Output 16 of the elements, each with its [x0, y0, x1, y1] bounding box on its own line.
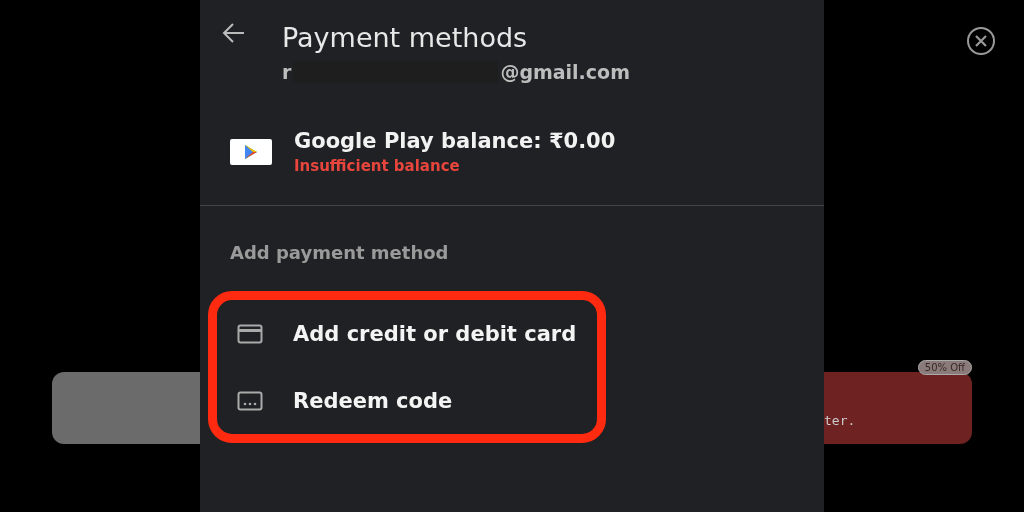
offer-card[interactable]: ter. — [824, 372, 972, 444]
payment-option[interactable]: Redeem code — [293, 388, 453, 413]
play-logo-icon — [230, 139, 272, 165]
close-icon[interactable] — [966, 26, 996, 56]
discount-badge: 50% Off — [917, 360, 972, 375]
page-title: Payment methods — [282, 22, 529, 53]
back-arrow-icon[interactable] — [222, 22, 246, 44]
email-domain: @gmail.com — [500, 61, 630, 83]
code-card-icon — [237, 390, 263, 411]
payment-option[interactable]: Add credit or debit card — [293, 321, 577, 346]
balance-warning: Insufficient balance — [294, 157, 461, 175]
balance-text: Google Play balance: ₹0.00 — [294, 129, 616, 153]
email-text: r — [282, 61, 292, 83]
offer-text: ter. — [824, 413, 856, 428]
section-title: Add payment method — [229, 241, 450, 263]
credit-card-icon — [237, 323, 263, 344]
